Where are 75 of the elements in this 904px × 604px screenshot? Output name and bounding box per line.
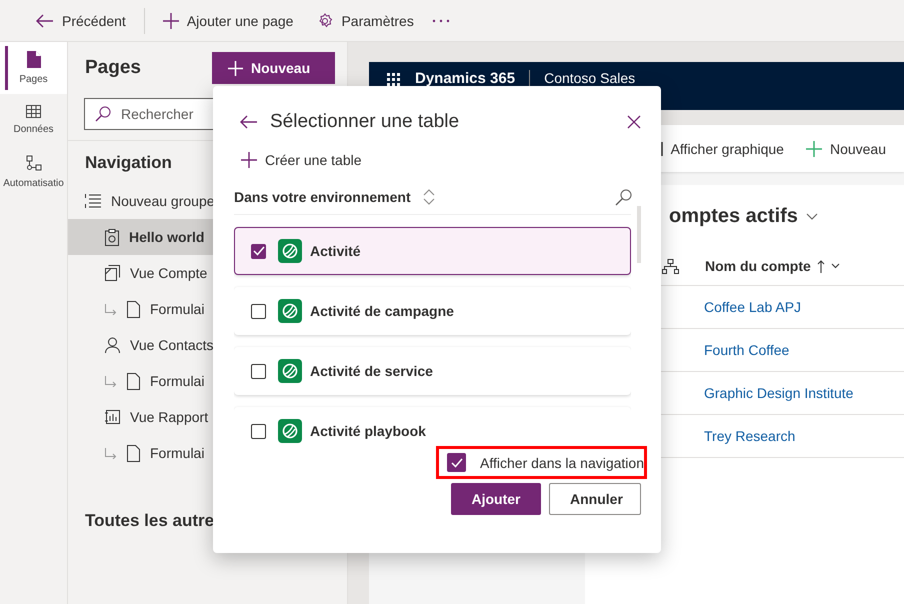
checkbox[interactable] — [447, 453, 466, 472]
rail-item[interactable]: Automatisatio — [0, 146, 67, 198]
search-icon — [95, 106, 111, 122]
section-heading: Navigation — [85, 153, 172, 173]
checkmark-icon — [450, 458, 463, 468]
view-icon — [105, 265, 120, 281]
product-name: Dynamics 365 — [415, 70, 516, 87]
chevron-down-icon[interactable] — [806, 212, 818, 220]
toolbar-button[interactable]: Précédent — [30, 8, 132, 32]
table-card[interactable]: Activité — [234, 227, 632, 275]
checkbox-label: Afficher dans la navigation — [480, 454, 644, 470]
table-name: Activité de service — [310, 363, 433, 379]
rail-item[interactable]: Pages — [0, 42, 67, 94]
document-icon — [127, 444, 140, 462]
flow-icon — [25, 155, 42, 172]
app-icon — [278, 359, 302, 383]
app-name: Contoso Sales — [544, 70, 636, 86]
page-icon — [26, 51, 40, 68]
app-icon — [278, 239, 302, 263]
column-header[interactable]: Nom du compte — [705, 258, 840, 274]
chevron-down-icon — [830, 263, 840, 269]
plus-icon — [806, 140, 822, 156]
command-button[interactable]: Afficher graphique — [660, 140, 784, 156]
app-icon — [278, 299, 302, 323]
command-button[interactable]: Nouveau — [806, 140, 886, 156]
view-title[interactable]: omptes actifs — [669, 204, 798, 228]
waffle-icon[interactable] — [387, 73, 401, 87]
panel-title: Pages — [85, 57, 141, 79]
new-button[interactable]: Nouveau — [212, 52, 335, 84]
table-name: Activité playbook — [310, 423, 426, 439]
back-arrow-icon — [240, 115, 258, 129]
table-card[interactable]: Activité playbook — [234, 407, 632, 446]
dialog-title: Sélectionner une table — [270, 111, 460, 133]
person-icon — [105, 337, 120, 353]
account-link[interactable]: Fourth Coffee — [704, 342, 790, 358]
section-heading: Toutes les autre — [85, 511, 214, 531]
close-icon[interactable] — [627, 115, 641, 129]
back-arrow-icon — [36, 14, 54, 28]
create-table-link[interactable]: Créer une table — [241, 152, 362, 168]
plus-icon — [162, 12, 179, 28]
page-gear-icon — [105, 228, 119, 246]
more-icon[interactable] — [432, 18, 450, 22]
sort-icon[interactable] — [422, 188, 435, 206]
document-icon — [127, 372, 140, 390]
app-icon — [278, 419, 302, 443]
settings-icon — [317, 12, 334, 28]
list-icon — [85, 194, 101, 208]
plus-icon — [241, 152, 257, 168]
account-link[interactable]: Graphic Design Institute — [704, 385, 854, 401]
table-name: Activité de campagne — [310, 303, 454, 319]
checkbox[interactable] — [251, 244, 266, 258]
account-link[interactable]: Trey Research — [704, 428, 796, 444]
document-icon — [127, 300, 140, 318]
hierarchy-icon[interactable] — [662, 258, 679, 274]
rail-item[interactable]: Données — [0, 94, 67, 146]
toolbar-button[interactable]: Ajouter une page — [156, 8, 300, 32]
report-icon — [105, 410, 120, 424]
add-button[interactable]: Ajouter — [451, 483, 541, 515]
scope-label: Dans votre environnement — [234, 189, 411, 205]
checkmark-icon — [252, 246, 264, 256]
table-card[interactable]: Activité de campagne — [234, 287, 632, 335]
table-card[interactable]: Activité de service — [234, 347, 632, 395]
cancel-button[interactable]: Annuler — [549, 483, 641, 515]
sub-arrow-icon — [105, 304, 117, 314]
table-icon — [26, 105, 41, 118]
checkbox[interactable] — [251, 424, 266, 438]
toolbar-button[interactable]: Paramètres — [311, 8, 420, 32]
search-icon[interactable] — [615, 188, 632, 206]
checkbox[interactable] — [251, 304, 266, 318]
checkbox[interactable] — [251, 364, 266, 378]
account-link[interactable]: Coffee Lab APJ — [704, 299, 802, 315]
sort-up-icon — [816, 260, 825, 272]
sub-arrow-icon — [105, 448, 117, 458]
plus-icon — [228, 60, 243, 76]
sub-arrow-icon — [105, 376, 117, 386]
